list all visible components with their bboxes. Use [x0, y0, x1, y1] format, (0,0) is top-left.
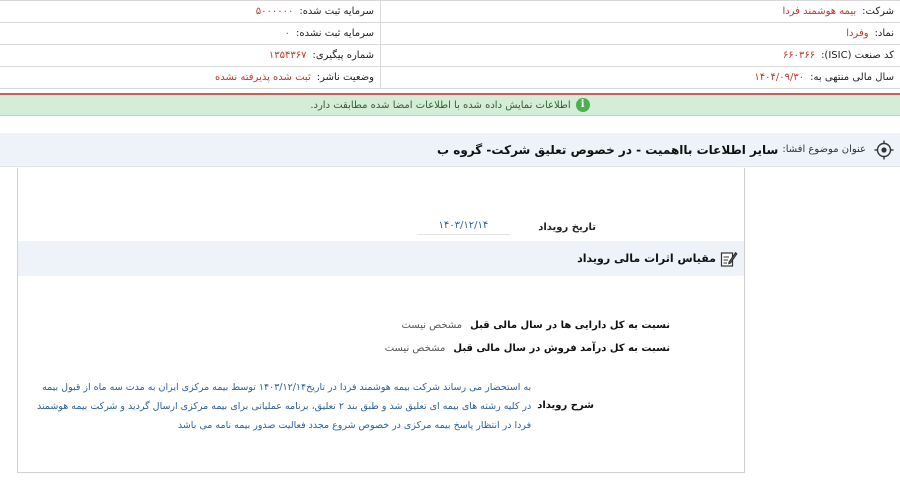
ratio-row-revenue: نسبت به کل درآمد فروش در سال مالی قبل مش… — [385, 343, 670, 354]
publisher-status-value: ثبت شده پذیرفته نشده — [215, 72, 311, 83]
financial-impact-section-header: مقیاس اثرات مالی رویداد — [18, 241, 744, 276]
subject-title: سایر اطلاعات بااهمیت - در خصوص تعلیق شرک… — [437, 142, 779, 157]
company-label: شرکت: — [862, 6, 894, 17]
info-cell-tracking-number: شماره پیگیری: ۱۳۵۴۳۶۷ — [0, 45, 380, 66]
ratio-revenue-label: نسبت به کل درآمد فروش در سال مالی قبل — [453, 343, 670, 354]
info-cell-isic: کد صنعت (ISIC): ۶۶۰۳۶۶ — [380, 45, 900, 66]
registered-capital-value: ۵۰۰۰۰۰۰ — [255, 6, 294, 17]
unregistered-capital-label: سرمایه ثبت نشده: — [296, 28, 374, 39]
edit-icon — [720, 250, 738, 268]
financial-impact-title: مقیاس اثرات مالی رویداد — [577, 252, 716, 265]
info-cell-unregistered-capital: سرمایه ثبت نشده: ۰ — [0, 23, 380, 44]
isic-label: کد صنعت (ISIC): — [821, 50, 894, 61]
info-cell-fiscal-year: سال مالی منتهی به: ۱۴۰۴/۰۹/۳۰ — [380, 67, 900, 88]
verification-banner-content: i اطلاعات نمایش داده شده با اطلاعات امضا… — [310, 98, 590, 112]
info-row: کد صنعت (ISIC): ۶۶۰۳۶۶ شماره پیگیری: ۱۳۵۴۳… — [0, 45, 900, 67]
isic-value: ۶۶۰۳۶۶ — [782, 50, 816, 61]
ratio-row-assets: نسبت به کل دارایی ها در سال مالی قبل مشخ… — [401, 320, 670, 331]
ratio-assets-label: نسبت به کل دارایی ها در سال مالی قبل — [470, 320, 670, 331]
symbol-value: وفردا — [846, 28, 869, 39]
tracking-number-label: شماره پیگیری: — [312, 50, 374, 61]
info-cell-registered-capital: سرمایه ثبت شده: ۵۰۰۰۰۰۰ — [0, 1, 380, 22]
company-info-table: شرکت: بیمه هوشمند فردا سرمایه ثبت شده: ۵۰۰… — [0, 0, 900, 89]
ratio-assets-value: مشخص نیست — [401, 320, 463, 331]
info-cell-publisher-status: وضعیت ناشر: ثبت شده پذیرفته نشده — [0, 67, 380, 88]
fiscal-year-value: ۱۴۰۴/۰۹/۳۰ — [754, 72, 805, 83]
company-value: بیمه هوشمند فردا — [782, 6, 857, 17]
event-description-text: به استحضار می رساند شرکت بیمه هوشمند فرد… — [36, 382, 532, 431]
event-description-label: شرح رویداد — [537, 400, 594, 411]
ratio-revenue-value: مشخص نیست — [384, 343, 446, 354]
event-description-row: شرح رویداد به استحضار می رساند شرکت بیمه… — [34, 378, 594, 435]
info-row: سال مالی منتهی به: ۱۴۰۴/۰۹/۳۰ وضعیت ناشر:… — [0, 67, 900, 89]
subject-label: عنوان موضوع افشا: — [782, 144, 866, 155]
info-icon: i — [575, 98, 590, 112]
unregistered-capital-value: ۰ — [284, 28, 291, 39]
publisher-status-label: وضعیت ناشر: — [316, 72, 374, 83]
fiscal-year-label: سال مالی منتهی به: — [810, 72, 894, 83]
disclosure-subject-header: عنوان موضوع افشا: سایر اطلاعات بااهمیت -… — [0, 133, 900, 167]
registered-capital-label: سرمایه ثبت شده: — [299, 6, 374, 17]
info-cell-symbol: نماد: وفردا — [380, 23, 900, 44]
symbol-label: نماد: — [874, 28, 894, 39]
verification-banner: i اطلاعات نمایش داده شده با اطلاعات امضا… — [0, 93, 900, 116]
info-row: شرکت: بیمه هوشمند فردا سرمایه ثبت شده: ۵۰۰… — [0, 1, 900, 23]
info-cell-company: شرکت: بیمه هوشمند فردا — [380, 1, 900, 22]
verification-text: اطلاعات نمایش داده شده با اطلاعات امضا ش… — [310, 99, 571, 111]
event-date-label: تاریخ رویداد — [538, 222, 596, 233]
info-row: نماد: وفردا سرمایه ثبت نشده: ۰ — [0, 23, 900, 45]
event-date-value: ۱۴۰۳/۱۲/۱۴ — [416, 220, 511, 235]
event-date-row: تاریخ رویداد ۱۴۰۳/۱۲/۱۴ — [416, 220, 596, 235]
target-icon — [874, 140, 894, 160]
event-panel: تاریخ رویداد ۱۴۰۳/۱۲/۱۴ مقیاس اثرات مالی… — [17, 168, 745, 473]
tracking-number-value: ۱۳۵۴۳۶۷ — [268, 50, 307, 61]
